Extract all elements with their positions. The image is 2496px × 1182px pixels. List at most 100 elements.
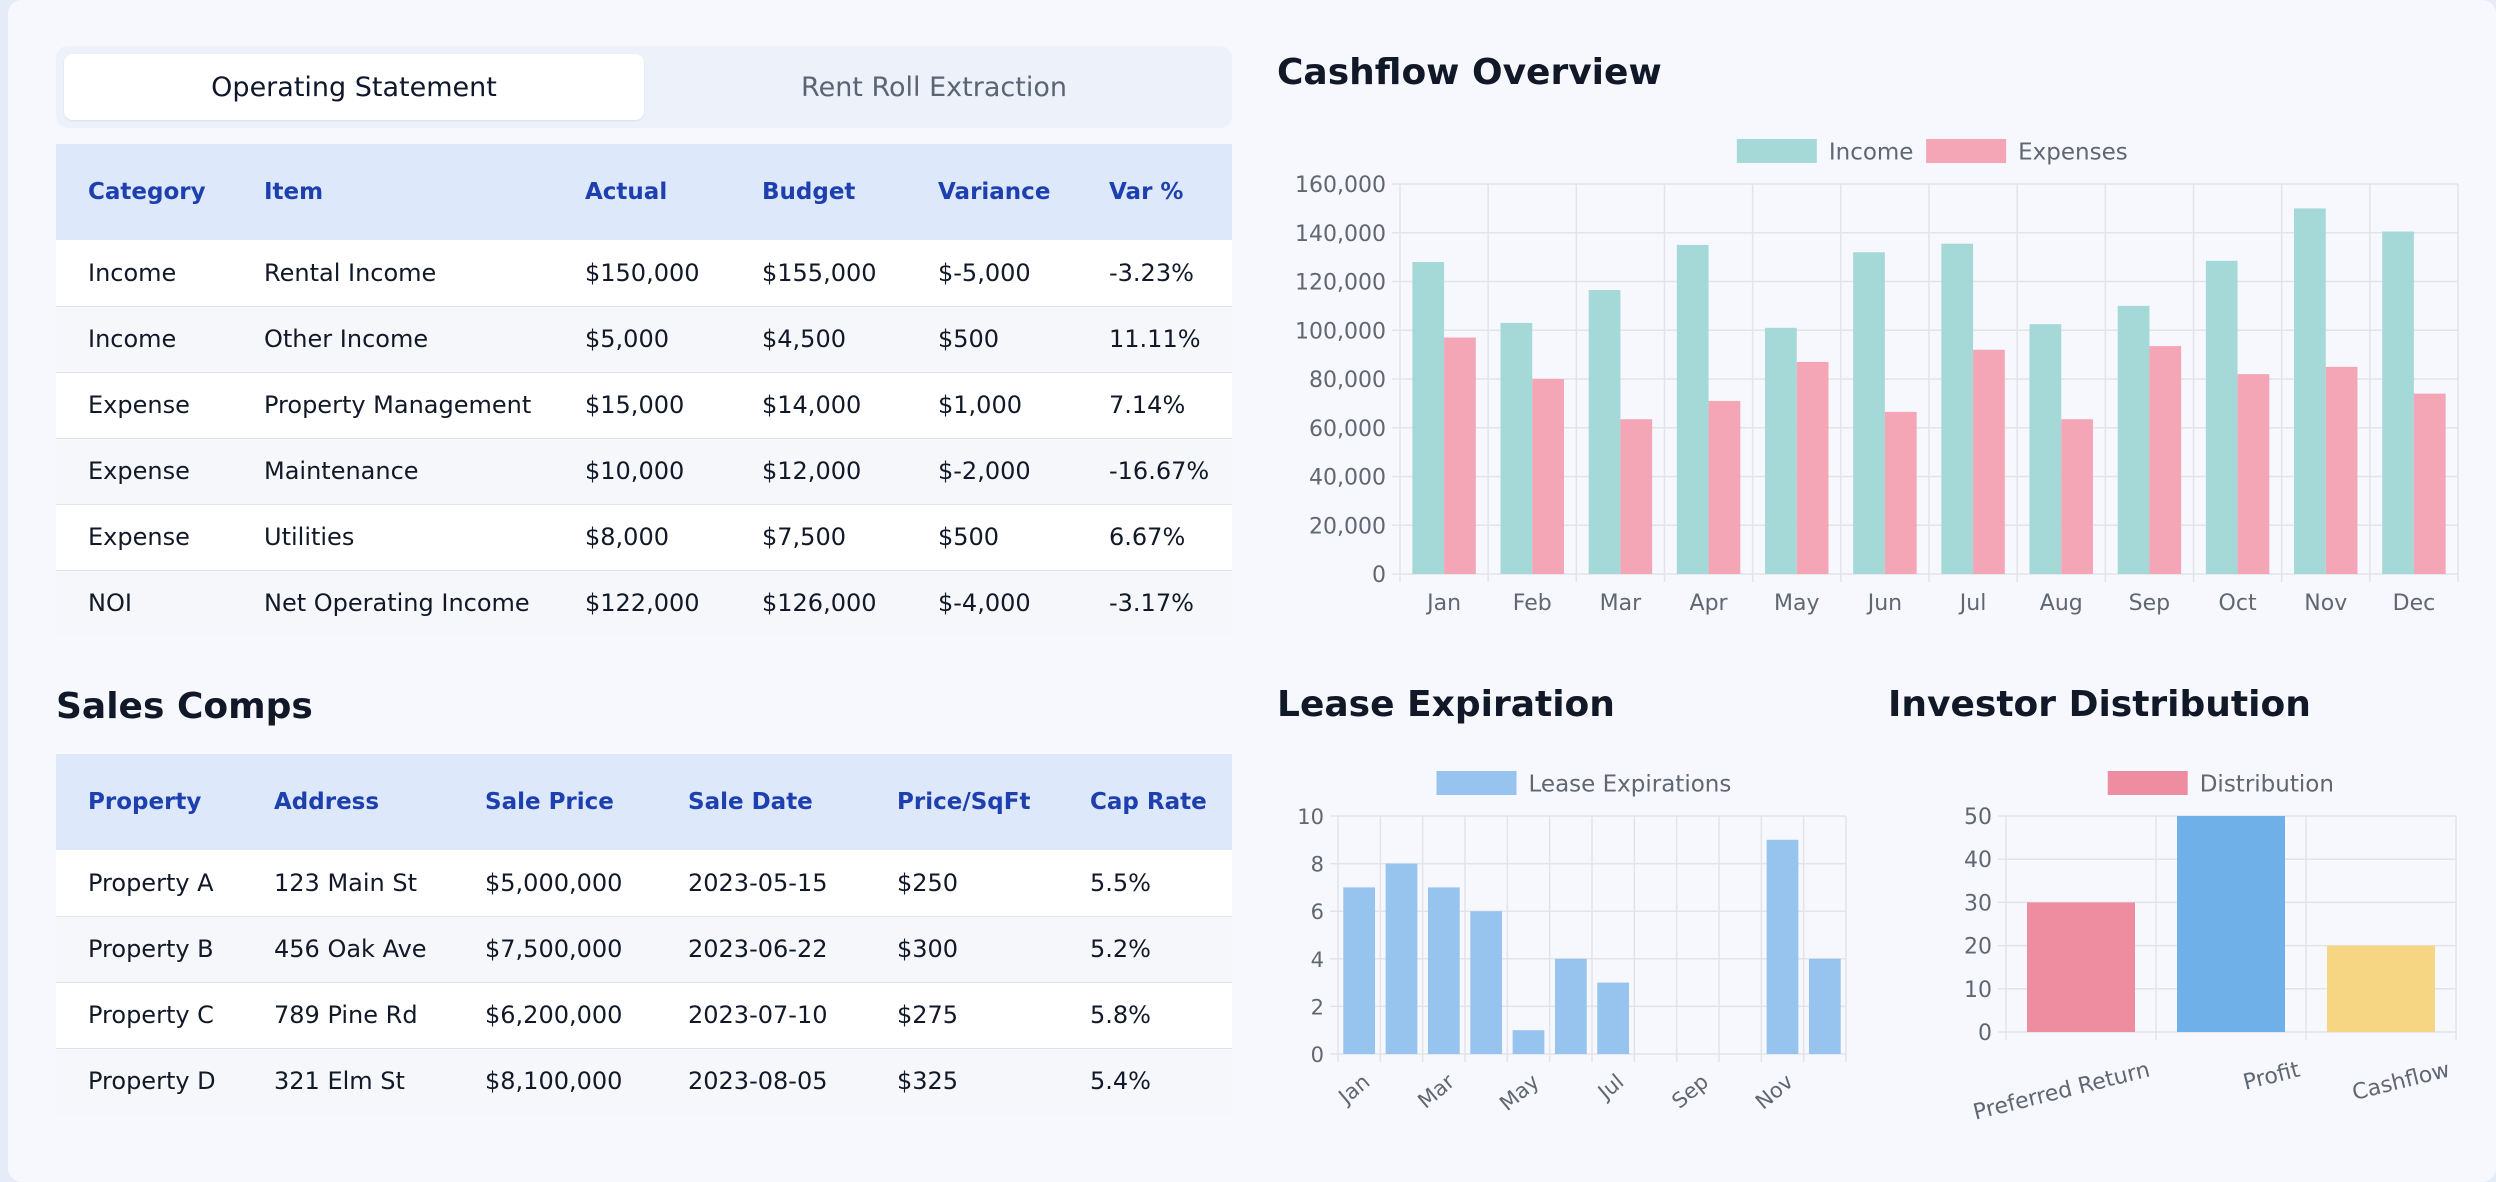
x-tick-label: May (1774, 591, 1819, 616)
cashflow-chart-title: Cashflow Overview (1277, 52, 1662, 93)
x-tick-label: Profit (2241, 1057, 2303, 1095)
cell-category: Expense (56, 371, 232, 438)
x-tick-label: Apr (1690, 591, 1729, 616)
table-row: Income Rental Income $150,000 $155,000 $-5,0… (56, 240, 1232, 306)
x-tick-label: Cashflow (2350, 1058, 2453, 1106)
y-tick-label: 6 (1311, 900, 1324, 924)
distribution-chart-title: Investor Distribution (1888, 684, 2311, 725)
cell-cap-rate: 5.2% (1058, 915, 1232, 982)
table-row: Expense Utilities $8,000 $7,500 $500 6.67% (56, 503, 1232, 570)
bar-expenses-jan (1444, 337, 1476, 574)
cell-var: 7.14% (1077, 371, 1232, 438)
column-header-actual: Actual (585, 179, 668, 205)
x-tick-label: Jan (1333, 1069, 1375, 1109)
x-tick-label: Mar (1600, 591, 1642, 616)
bar-income-oct (2205, 260, 2238, 574)
lease-chart-svg: 0 2 4 6 8 10 Jan Mar May Jul Sep Nov Lease Expiratio… (1297, 771, 1847, 1116)
bar-income-jun (1853, 252, 1885, 574)
cell-item: Property Management (232, 371, 553, 438)
cell-address: 789 Pine Rd (242, 981, 453, 1048)
table-row: Expense Maintenance $10,000 $12,000 $-2,000-… (56, 437, 1232, 504)
bar-income-dec (2382, 231, 2414, 574)
cell-category: NOI (56, 569, 232, 636)
x-tick-label: Jan (1425, 591, 1461, 616)
bar-expenses-mar (1620, 419, 1653, 574)
legend-label-distribution: Distribution (2200, 771, 2334, 797)
legend-swatch-expenses (1926, 139, 2007, 163)
bar-income-jul (1941, 243, 1974, 574)
x-tick-label: Preferred Return (1971, 1058, 2153, 1126)
legend-label-expenses: Expenses (2018, 139, 2128, 165)
bar-income-jan (1412, 262, 1445, 574)
x-tick-label: Mar (1413, 1069, 1459, 1113)
cashflow-chart: 0 20,000 40,000 60,000 80,000 100,000 120,000 1… (1268, 120, 2468, 640)
bar-lease-expirations-jan (1343, 887, 1376, 1054)
bar-lease-expirations-dec (1808, 958, 1841, 1054)
cell-sale-date: 2023-08-05 (656, 1047, 865, 1114)
cell-variance: $1,000 (906, 371, 1077, 438)
table-row: Property A 123 Main St $5,000,000 2023-05-1… (56, 850, 1232, 916)
cell-category: Expense (56, 503, 232, 570)
operating-statement-table: Category Item Actual Budget Variance Var % In… (56, 144, 1232, 636)
x-tick-label: Feb (1513, 591, 1552, 616)
x-tick-label: Jun (1866, 591, 1902, 616)
bar-expenses-may (1796, 361, 1829, 574)
y-tick-label: 60,000 (1309, 417, 1386, 442)
bar-distribution-preferred-return (2027, 902, 2135, 1032)
table-row: Expense Property Management $15,000 $14,000… (56, 371, 1232, 438)
x-tick-label: Dec (2393, 591, 2436, 616)
legend-swatch-lease-expirations (1436, 771, 1517, 795)
table-header-row: Category Item Actual Budget Variance Var % (56, 144, 1232, 240)
y-tick-label: 2 (1311, 995, 1324, 1019)
cell-actual: $8,000 (553, 503, 730, 570)
bar-expenses-oct (2237, 374, 2270, 574)
bar-lease-expirations-jul (1597, 982, 1630, 1054)
bar-income-mar (1588, 290, 1621, 574)
y-tick-label: 8 (1311, 853, 1324, 877)
bar-lease-expirations-apr (1470, 911, 1503, 1054)
legend-swatch-income (1736, 139, 1817, 163)
x-tick-label: Aug (2040, 591, 2083, 616)
y-tick-label: 100,000 (1295, 319, 1386, 344)
column-header-price-sqft: Price/SqFt (897, 789, 1031, 815)
column-header-address: Address (274, 789, 380, 815)
y-tick-label: 20,000 (1309, 514, 1386, 539)
lease-chart: 0 2 4 6 8 10 Jan Mar May Jul Sep Nov Lease Expiratio… (1268, 750, 1868, 1150)
bar-income-nov (2294, 208, 2326, 574)
column-header-property: Property (88, 789, 202, 815)
column-header-cap-rate: Cap Rate (1090, 789, 1207, 815)
cell-property: Property D (56, 1047, 242, 1114)
cell-actual: $10,000 (553, 437, 730, 504)
bar-expenses-dec (2413, 393, 2446, 574)
y-tick-label: 80,000 (1309, 368, 1386, 393)
cell-property: Property B (56, 915, 242, 982)
cell-budget: $4,500 (730, 305, 906, 372)
tab-rent-roll-extraction[interactable]: Rent Roll Extraction (644, 54, 1224, 120)
bar-income-sep (2117, 305, 2150, 574)
cell-actual: $5,000 (553, 305, 730, 372)
cell-var: 6.67% (1077, 503, 1232, 570)
legend-label-lease-expirations: Lease Expirations (1529, 771, 1732, 797)
bar-lease-expirations-nov (1766, 839, 1799, 1054)
y-tick-label: 40,000 (1309, 466, 1386, 491)
cell-item: Net Operating Income (232, 569, 553, 636)
bar-expenses-aug (2061, 419, 2093, 574)
x-tick-label: Nov (2304, 591, 2347, 616)
cell-sale-price: $5,000,000 (485, 868, 623, 897)
cell-price-sqft: $325 (865, 1047, 1058, 1114)
lease-chart-title: Lease Expiration (1277, 684, 1615, 725)
cell-price-sqft: $275 (865, 981, 1058, 1048)
x-tick-label: Sep (2129, 591, 2170, 616)
y-tick-label: 160,000 (1295, 173, 1386, 198)
cashflow-chart-svg: 0 20,000 40,000 60,000 80,000 100,000 120,000 1… (1295, 139, 2459, 616)
y-tick-label: 120,000 (1295, 271, 1386, 296)
bar-expenses-feb (1532, 379, 1564, 574)
cell-budget: $12,000 (730, 437, 906, 504)
column-header-sale-date: Sale Date (688, 789, 813, 815)
y-tick-label: 0 (1372, 563, 1386, 588)
cell-price-sqft: $300 (865, 915, 1058, 982)
bar-income-feb (1500, 322, 1533, 574)
cell-budget: $14,000 (730, 371, 906, 438)
tab-operating-statement[interactable]: Operating Statement (64, 54, 644, 120)
cell-item: Rental Income (264, 258, 437, 287)
